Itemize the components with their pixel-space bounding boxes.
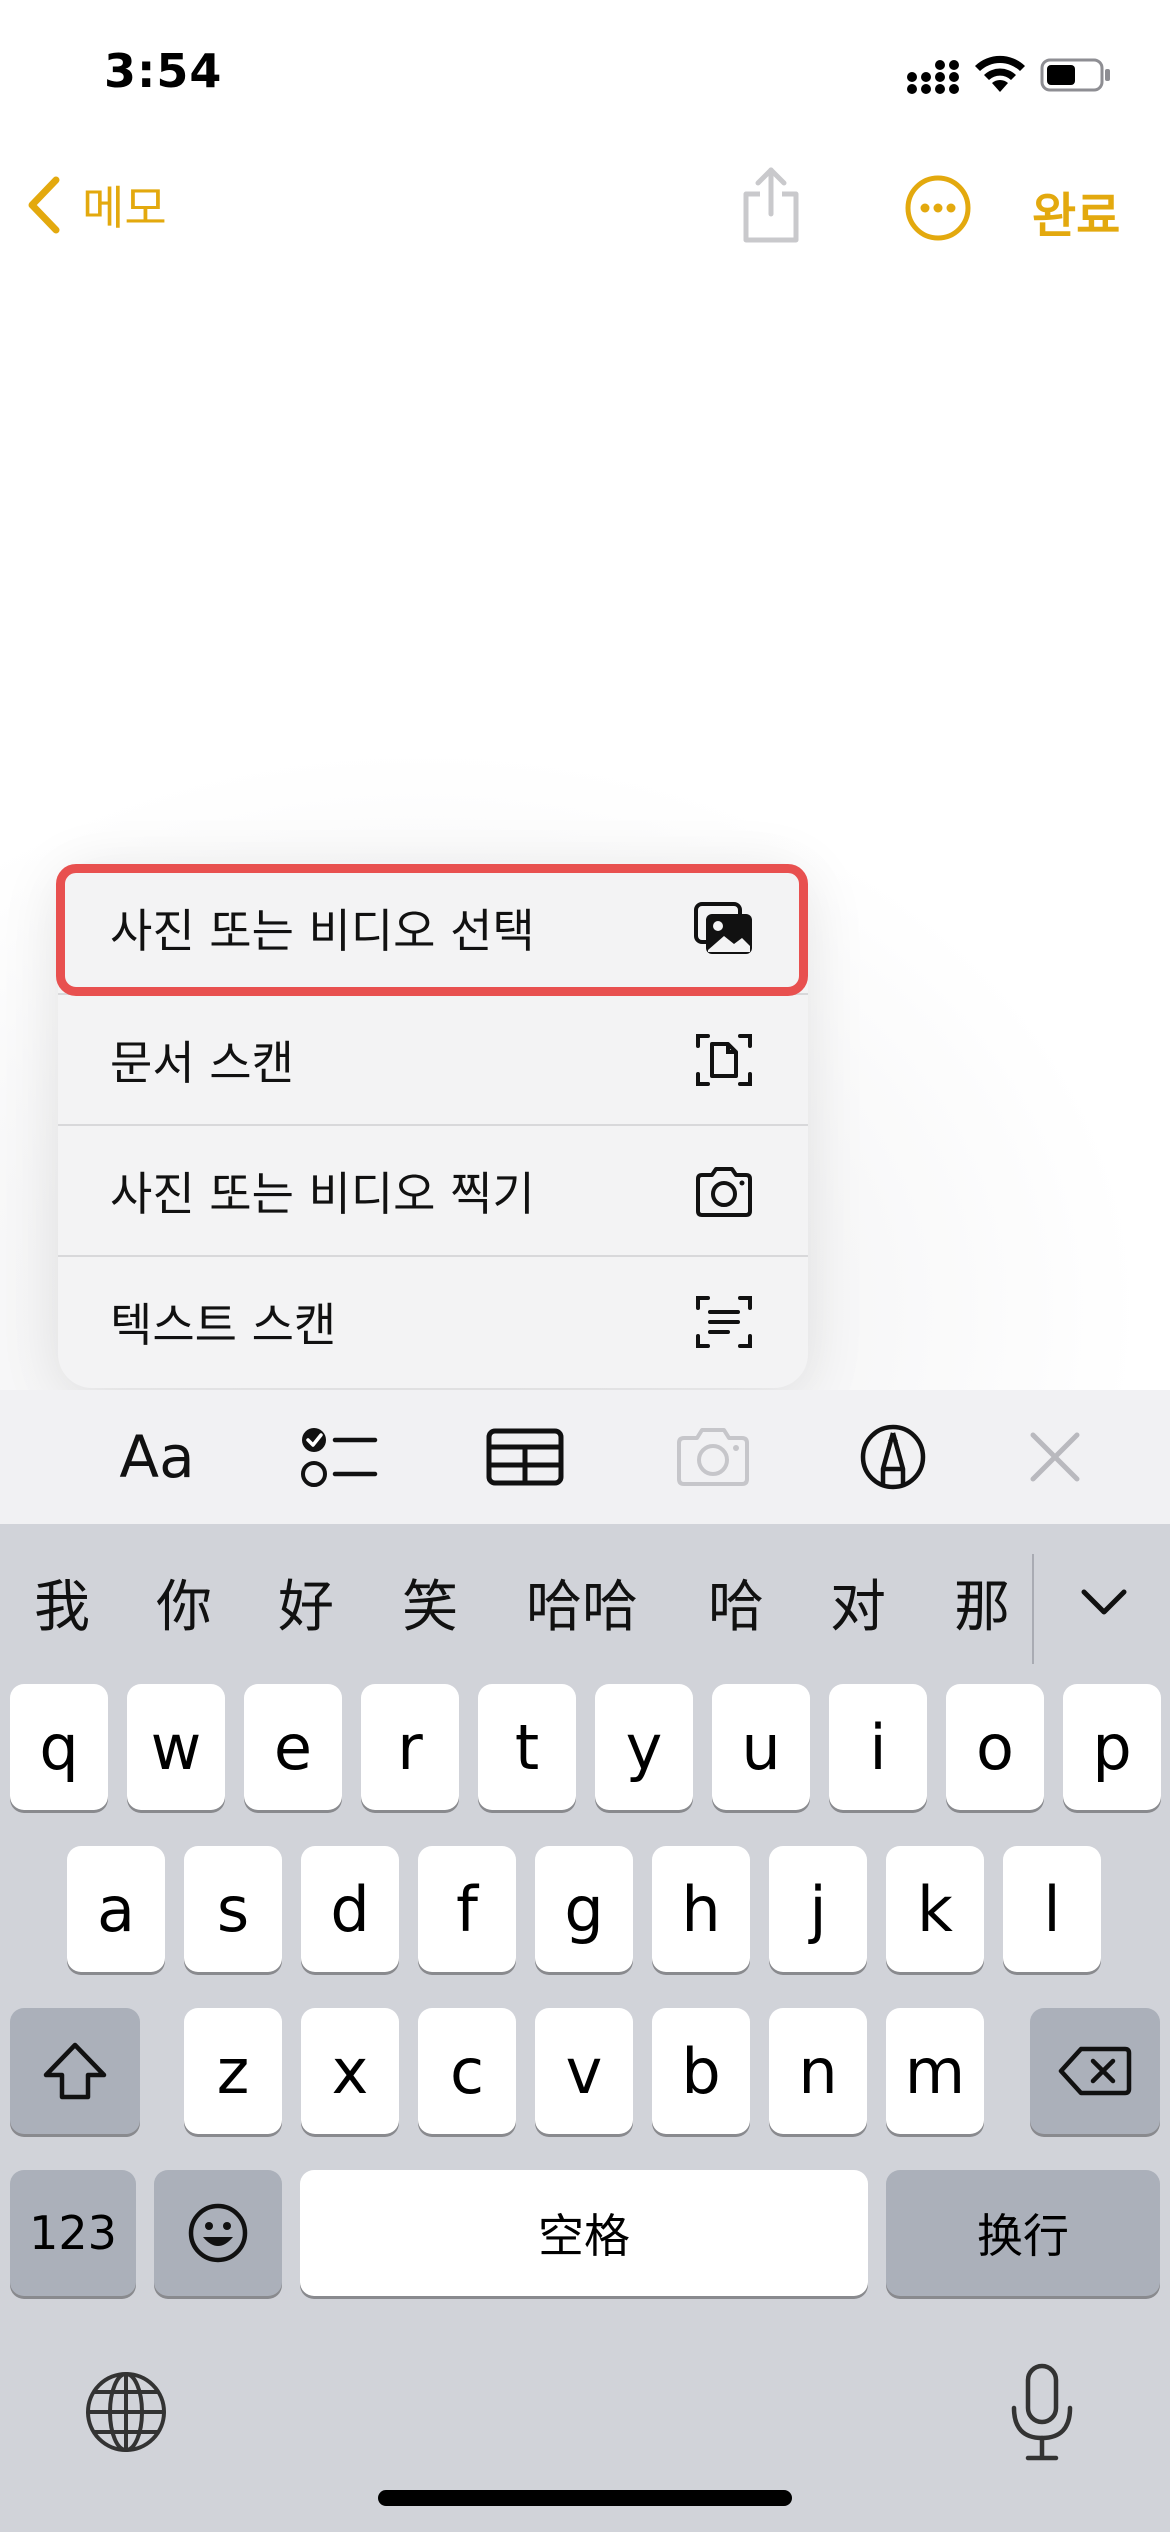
return-key[interactable]: 换行 [886, 2170, 1160, 2296]
close-icon [1030, 1432, 1080, 1482]
backspace-icon [1058, 2046, 1132, 2096]
key-o[interactable]: o [946, 1684, 1044, 1810]
key-m[interactable]: m [886, 2008, 984, 2134]
status-bar: 3:54 [0, 0, 1170, 140]
done-button[interactable]: 완료 [1032, 176, 1120, 244]
candidate-item[interactable]: 我 [34, 1562, 90, 1643]
checklist-button[interactable] [296, 1418, 382, 1496]
share-icon[interactable] [736, 164, 806, 246]
back-label: 메모 [82, 181, 167, 235]
key-a[interactable]: a [67, 1846, 165, 1972]
space-key[interactable]: 空格 [300, 2170, 868, 2296]
candidate-item[interactable]: 笑 [402, 1562, 458, 1643]
more-options-icon[interactable] [904, 174, 972, 242]
menu-item-label: 텍스트 스캔 [110, 1297, 337, 1352]
key-q[interactable]: q [10, 1684, 108, 1810]
photo-library-icon [694, 901, 752, 954]
candidate-divider [1032, 1554, 1034, 1664]
wifi-icon [975, 55, 1025, 92]
markup-pen-icon [860, 1424, 926, 1490]
key-i[interactable]: i [829, 1684, 927, 1810]
candidate-item[interactable]: 哈 [708, 1562, 764, 1643]
key-s[interactable]: s [184, 1846, 282, 1972]
key-d[interactable]: d [301, 1846, 399, 1972]
microphone-icon[interactable] [1006, 2362, 1078, 2464]
menu-item-scan-document[interactable]: 문서 스캔 [58, 993, 808, 1124]
key-v[interactable]: v [535, 2008, 633, 2134]
cellular-signal-icon [907, 60, 959, 94]
key-x[interactable]: x [301, 2008, 399, 2134]
text-format-label: Aa [119, 1423, 195, 1491]
emoji-key[interactable] [154, 2170, 282, 2296]
battery-icon [1040, 58, 1110, 92]
home-indicator [378, 2490, 792, 2506]
markup-button[interactable] [858, 1418, 928, 1496]
key-y[interactable]: y [595, 1684, 693, 1810]
camera-button[interactable] [672, 1418, 754, 1496]
back-button[interactable]: 메모 [24, 170, 167, 240]
key-l[interactable]: l [1003, 1846, 1101, 1972]
key-j[interactable]: j [769, 1846, 867, 1972]
camera-icon [677, 1428, 749, 1486]
return-key-label: 换行 [977, 2209, 1069, 2263]
key-h[interactable]: h [652, 1846, 750, 1972]
numbers-key-label: 123 [29, 2206, 117, 2260]
emoji-icon [188, 2203, 248, 2263]
menu-item-take-photo-video[interactable]: 사진 또는 비디오 찍기 [58, 1124, 808, 1255]
candidate-item[interactable]: 对 [830, 1562, 886, 1643]
candidate-bar: 我 你 好 笑 哈哈 哈 对 那 [0, 1524, 1170, 1674]
shift-arrow-icon [43, 2042, 107, 2100]
candidate-item[interactable]: 好 [278, 1562, 334, 1643]
attachment-menu: 사진 또는 비디오 선택 문서 스캔 사진 또는 비디오 찍기 텍스트 스캔 [58, 862, 808, 1388]
chevron-left-icon [28, 176, 60, 234]
checklist-icon [301, 1428, 378, 1487]
delete-key[interactable] [1030, 2008, 1160, 2134]
document-scan-icon [696, 1033, 752, 1086]
key-p[interactable]: p [1063, 1684, 1161, 1810]
numbers-key[interactable]: 123 [10, 2170, 136, 2296]
space-key-label: 空格 [538, 2209, 630, 2263]
key-k[interactable]: k [886, 1846, 984, 1972]
key-c[interactable]: c [418, 2008, 516, 2134]
close-toolbar-button[interactable] [1024, 1418, 1086, 1496]
candidate-item[interactable]: 那 [954, 1562, 1010, 1643]
menu-item-label: 사진 또는 비디오 찍기 [110, 1166, 535, 1221]
key-f[interactable]: f [418, 1846, 516, 1972]
globe-icon[interactable] [82, 2368, 170, 2456]
menu-item-choose-photo-video[interactable]: 사진 또는 비디오 선택 [58, 862, 808, 993]
menu-item-label: 사진 또는 비디오 선택 [110, 903, 535, 958]
key-z[interactable]: z [184, 2008, 282, 2134]
text-format-button[interactable]: Aa [112, 1418, 202, 1496]
key-r[interactable]: r [361, 1684, 459, 1810]
table-icon [486, 1428, 564, 1486]
candidate-item[interactable]: 你 [156, 1562, 212, 1643]
shift-key[interactable] [10, 2008, 140, 2134]
menu-item-scan-text[interactable]: 텍스트 스캔 [58, 1255, 808, 1386]
table-button[interactable] [484, 1418, 566, 1496]
candidate-item[interactable]: 哈哈 [526, 1562, 638, 1643]
format-toolbar: Aa [0, 1390, 1170, 1524]
key-u[interactable]: u [712, 1684, 810, 1810]
key-b[interactable]: b [652, 2008, 750, 2134]
key-g[interactable]: g [535, 1846, 633, 1972]
key-e[interactable]: e [244, 1684, 342, 1810]
key-n[interactable]: n [769, 2008, 867, 2134]
key-w[interactable]: w [127, 1684, 225, 1810]
text-scan-icon [696, 1295, 752, 1348]
camera-icon [696, 1166, 752, 1217]
status-time: 3:54 [104, 44, 223, 98]
keyboard: 我 你 好 笑 哈哈 哈 对 那 q w e r t y u i o p a s… [0, 1524, 1170, 2532]
menu-item-label: 문서 스캔 [110, 1035, 294, 1090]
key-t[interactable]: t [478, 1684, 576, 1810]
chevron-down-icon[interactable] [1074, 1578, 1134, 1628]
